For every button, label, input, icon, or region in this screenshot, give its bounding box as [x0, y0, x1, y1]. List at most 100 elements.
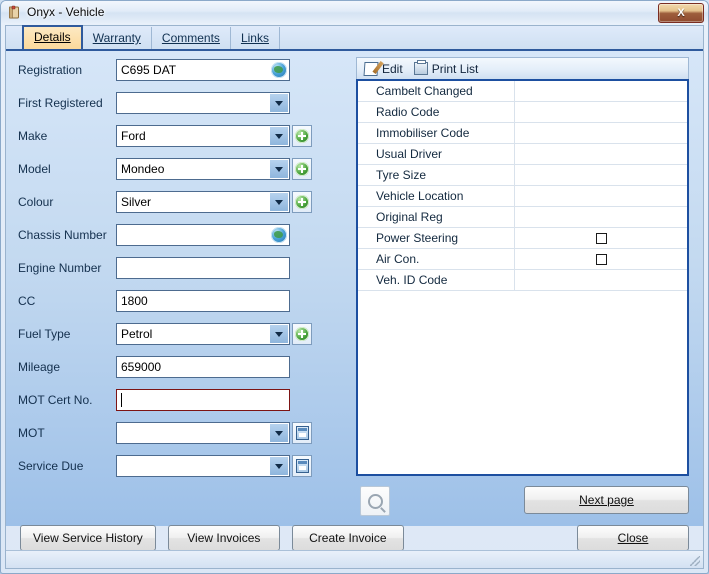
- field-row-colour: Colour Silver: [6, 189, 346, 215]
- service-due-combo[interactable]: [116, 455, 290, 477]
- field-row-registration: Registration C695 DAT: [6, 57, 346, 83]
- add-colour-button[interactable]: [292, 191, 312, 213]
- colour-value: Silver: [121, 195, 152, 209]
- list-item-value[interactable]: [515, 270, 687, 290]
- list-item-label: Air Con.: [358, 249, 515, 269]
- list-item-value[interactable]: [515, 186, 687, 206]
- footer-button-bar: View Service History View Invoices Creat…: [6, 525, 703, 551]
- close-window-button[interactable]: X: [658, 3, 704, 23]
- plus-circle-icon: [295, 162, 309, 176]
- mot-calendar-button[interactable]: [292, 422, 312, 444]
- control-registration: C695 DAT: [116, 59, 290, 81]
- list-panel-footer: Next page: [356, 480, 689, 520]
- extra-details-list[interactable]: Cambelt Changed Radio Code Immobiliser C…: [356, 79, 689, 476]
- mot-cert-no-input[interactable]: [116, 389, 290, 411]
- list-item[interactable]: Original Reg: [358, 207, 687, 228]
- list-item[interactable]: Cambelt Changed: [358, 81, 687, 102]
- tab-warranty[interactable]: Warranty: [83, 27, 152, 49]
- chevron-down-icon[interactable]: [270, 424, 288, 442]
- list-item-value[interactable]: [515, 102, 687, 122]
- chassis-number-input[interactable]: [116, 224, 290, 246]
- list-item[interactable]: Tyre Size: [358, 165, 687, 186]
- control-make: Ford: [116, 125, 312, 147]
- label-mot-cert-no: MOT Cert No.: [18, 393, 93, 407]
- list-item-label: Original Reg: [358, 207, 515, 227]
- label-service-due: Service Due: [18, 459, 84, 473]
- list-item[interactable]: Radio Code: [358, 102, 687, 123]
- chevron-down-icon[interactable]: [270, 94, 288, 112]
- field-row-mot: MOT: [6, 420, 346, 446]
- list-item[interactable]: Immobiliser Code: [358, 123, 687, 144]
- tab-comments-label: Comments: [161, 31, 220, 45]
- add-model-button[interactable]: [292, 158, 312, 180]
- notebook-icon: [7, 5, 22, 20]
- make-combo[interactable]: Ford: [116, 125, 290, 147]
- edit-button[interactable]: Edit: [362, 59, 408, 78]
- list-item-value[interactable]: [515, 144, 687, 164]
- extra-details-panel: Edit Print List Cambelt Changed Radio Co…: [356, 57, 689, 520]
- plus-circle-icon: [295, 327, 309, 341]
- field-row-engine-number: Engine Number: [6, 255, 346, 281]
- search-button[interactable]: [360, 486, 390, 516]
- model-value: Mondeo: [121, 162, 165, 176]
- close-icon: X: [677, 6, 685, 19]
- list-item[interactable]: Vehicle Location: [358, 186, 687, 207]
- tab-comments[interactable]: Comments: [152, 27, 231, 49]
- tab-details[interactable]: Details: [22, 25, 83, 49]
- list-item-value[interactable]: [515, 123, 687, 143]
- first-registered-combo[interactable]: [116, 92, 290, 114]
- plus-circle-icon: [295, 195, 309, 209]
- power-steering-checkbox[interactable]: [595, 232, 607, 244]
- chevron-down-icon[interactable]: [270, 193, 288, 211]
- add-fuel-type-button[interactable]: [292, 323, 312, 345]
- create-invoice-button[interactable]: Create Invoice: [291, 525, 404, 551]
- list-item-value[interactable]: [515, 81, 687, 101]
- list-item-value[interactable]: [515, 228, 687, 248]
- tab-links[interactable]: Links: [231, 27, 280, 49]
- globe-icon[interactable]: [271, 227, 287, 243]
- next-page-button[interactable]: Next page: [524, 486, 689, 514]
- client-area: Details Warranty Comments Links Registra…: [5, 25, 704, 569]
- chevron-down-icon[interactable]: [270, 325, 288, 343]
- edit-pencil-icon: [363, 61, 379, 76]
- view-service-history-button[interactable]: View Service History: [20, 525, 156, 551]
- field-row-model: Model Mondeo: [6, 156, 346, 182]
- registration-input[interactable]: C695 DAT: [116, 59, 290, 81]
- view-invoices-button[interactable]: View Invoices: [167, 525, 280, 551]
- list-item[interactable]: Usual Driver: [358, 144, 687, 165]
- control-engine-number: [116, 257, 290, 279]
- list-item[interactable]: Air Con.: [358, 249, 687, 270]
- mot-combo[interactable]: [116, 422, 290, 444]
- list-item-label: Radio Code: [358, 102, 515, 122]
- control-service-due: [116, 455, 312, 477]
- registration-value: C695 DAT: [121, 63, 177, 77]
- field-row-cc: CC 1800: [6, 288, 346, 314]
- service-due-calendar-button[interactable]: [292, 455, 312, 477]
- list-item[interactable]: Power Steering: [358, 228, 687, 249]
- mileage-input[interactable]: 659000: [116, 356, 290, 378]
- label-colour: Colour: [18, 195, 54, 209]
- list-item-value[interactable]: [515, 249, 687, 269]
- air-con-checkbox[interactable]: [595, 253, 607, 265]
- printer-icon: [413, 60, 428, 75]
- chevron-down-icon[interactable]: [270, 160, 288, 178]
- model-combo[interactable]: Mondeo: [116, 158, 290, 180]
- list-item[interactable]: Veh. ID Code: [358, 270, 687, 291]
- field-row-chassis-number: Chassis Number: [6, 222, 346, 248]
- add-make-button[interactable]: [292, 125, 312, 147]
- print-list-button[interactable]: Print List: [412, 59, 484, 78]
- engine-number-input[interactable]: [116, 257, 290, 279]
- chevron-down-icon[interactable]: [270, 457, 288, 475]
- colour-combo[interactable]: Silver: [116, 191, 290, 213]
- list-item-value[interactable]: [515, 165, 687, 185]
- label-mot: MOT: [18, 426, 45, 440]
- list-toolbar: Edit Print List: [356, 57, 689, 79]
- globe-icon[interactable]: [271, 62, 287, 78]
- cc-input[interactable]: 1800: [116, 290, 290, 312]
- resize-grip[interactable]: [690, 556, 700, 566]
- chevron-down-icon[interactable]: [270, 127, 288, 145]
- close-button[interactable]: Close: [577, 525, 689, 551]
- fuel-type-combo[interactable]: Petrol: [116, 323, 290, 345]
- list-item-value[interactable]: [515, 207, 687, 227]
- list-item-label: Usual Driver: [358, 144, 515, 164]
